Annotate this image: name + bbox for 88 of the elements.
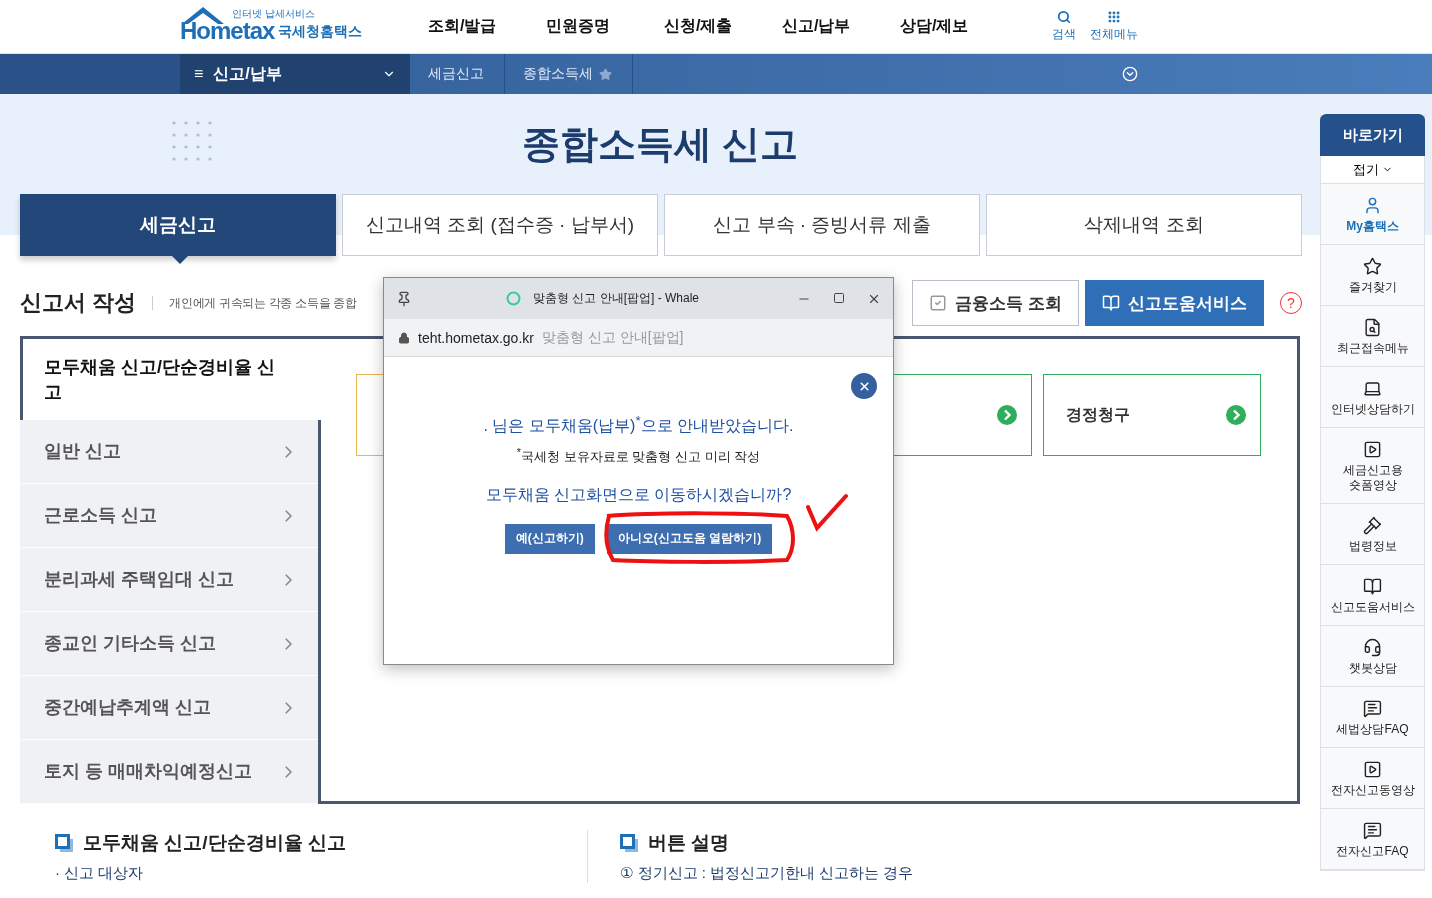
quick-menu-label: 최근접속메뉴 xyxy=(1336,341,1409,356)
quick-menu-label: 세법상담FAQ xyxy=(1336,722,1409,737)
play-icon xyxy=(1363,440,1382,459)
laptop-icon xyxy=(1363,379,1382,398)
side-menu-item[interactable]: 근로소득 신고 xyxy=(20,484,318,548)
popup-message: . 님은 모두채움(납부)$^{*}$으로 안내받았습니다. xyxy=(483,413,794,437)
lock-icon xyxy=(398,331,410,344)
quick-menu-label: 세금신고용 숏폼영상 xyxy=(1342,463,1403,493)
logo-tagline: 인터넷 납세서비스 xyxy=(232,9,316,18)
square-icon xyxy=(55,834,73,852)
logo-name: 국세청홈택스 xyxy=(278,22,363,41)
quick-menu-label: 전자신고FAQ xyxy=(1336,844,1409,859)
url-text: teht.hometax.go.kr xyxy=(418,329,534,346)
quick-menu-item[interactable]: 인터넷상담하기 xyxy=(1321,367,1424,428)
square-icon xyxy=(620,834,638,852)
quick-menu-label: 법령정보 xyxy=(1348,539,1397,554)
side-menu-item[interactable]: 분리과세 주택임대 신고 xyxy=(20,548,318,612)
nav-link[interactable]: 신고/납부 xyxy=(782,16,848,37)
book-icon xyxy=(1363,577,1382,596)
popup-button[interactable]: 예(신고하기) xyxy=(504,523,595,554)
header-tool-button[interactable]: 검색 xyxy=(1052,10,1076,43)
book-icon xyxy=(1102,294,1120,312)
section-description: 개인에게 귀속되는 각종 소득을 종합 xyxy=(169,294,357,312)
close-icon xyxy=(857,379,871,393)
quick-menu-item[interactable]: My홈택스 xyxy=(1321,184,1424,245)
close-button[interactable] xyxy=(851,373,877,399)
check-mark-drawing xyxy=(804,492,849,533)
quick-menu-item[interactable]: 즐겨찾기 xyxy=(1321,245,1424,306)
info-heading: 버튼 설명 xyxy=(648,831,730,855)
quick-menu-item[interactable]: 세법상담FAQ xyxy=(1321,687,1424,748)
quick-menu-label: 전자신고동영상 xyxy=(1330,783,1415,798)
popup-question: 모두채움 신고화면으로 이동하시겠습니까? xyxy=(485,484,792,505)
chat-bubble-icon xyxy=(1363,699,1382,718)
tab[interactable]: 신고내역 조회 (접수증 · 납부서) xyxy=(342,194,658,256)
loading-ring-icon xyxy=(506,291,521,306)
help-button[interactable]: ? xyxy=(1280,292,1302,314)
tab-pointer-icon xyxy=(171,255,189,264)
menu-dropdown[interactable]: ≡ 신고/납부 xyxy=(180,54,410,94)
maximize-icon[interactable] xyxy=(833,291,845,304)
section-title: 신고서 작성 xyxy=(20,289,137,317)
gavel-icon xyxy=(1363,516,1382,535)
search-icon xyxy=(1057,10,1071,24)
popup-title: 맞춤형 신고 안내[팝업] - Whale xyxy=(533,290,699,307)
quick-menu-item[interactable]: 챗봇상담 xyxy=(1321,626,1424,687)
headset-icon xyxy=(1363,638,1382,657)
quick-menu-item[interactable]: 세금신고용 숏폼영상 xyxy=(1321,428,1424,504)
pin-icon[interactable] xyxy=(396,290,412,307)
checkbox-icon xyxy=(929,294,948,312)
quick-menu-label: My홈택스 xyxy=(1346,219,1399,234)
nav-link[interactable]: 민원증명 xyxy=(546,16,612,37)
page-name: 맞춤형 신고 안내[팝업] xyxy=(541,328,684,347)
side-menu-item[interactable]: 중간예납추계액 신고 xyxy=(20,676,318,740)
quick-menu-item[interactable]: 최근접속메뉴 xyxy=(1321,306,1424,367)
person-icon xyxy=(1363,196,1382,215)
tab[interactable]: 신고 부속 · 증빙서류 제출 xyxy=(664,194,980,256)
side-menu-item[interactable]: 종교인 기타소득 신고 xyxy=(20,612,318,676)
quick-menu-label: 신고도움서비스 xyxy=(1330,600,1415,615)
quick-menu-label: 챗봇상담 xyxy=(1348,661,1397,676)
play-icon xyxy=(1363,760,1382,779)
quick-menu-label: 즐겨찾기 xyxy=(1348,280,1397,295)
quick-menu-item[interactable]: 법령정보 xyxy=(1321,504,1424,565)
side-menu-item[interactable]: 모두채움 신고/단순경비율 신고 xyxy=(20,336,321,420)
nav-link[interactable]: 신청/제출 xyxy=(664,16,730,37)
tab[interactable]: 삭제내역 조회 xyxy=(986,194,1302,256)
popup-button[interactable]: 아니오(신고도움 열람하기) xyxy=(606,523,773,554)
header-tool-button[interactable]: 전체메뉴 xyxy=(1090,10,1138,43)
menu-icon xyxy=(1107,10,1121,24)
page-title: 종합소득세 신고 xyxy=(521,121,799,167)
quick-menu-item[interactable]: 전자신고동영상 xyxy=(1321,748,1424,809)
quick-menu-label: 인터넷상담하기 xyxy=(1330,402,1415,417)
nav-link[interactable]: 조회/발급 xyxy=(428,16,494,37)
side-menu-item[interactable]: 토지 등 매매차익예정신고 xyxy=(20,740,318,804)
info-heading: 모두채움 신고/단순경비율 신고 xyxy=(83,831,346,855)
expand-icon[interactable] xyxy=(1122,66,1138,82)
option-card[interactable]: 경정청구 xyxy=(1043,374,1261,456)
action-button[interactable]: 금융소득 조회 xyxy=(912,280,1079,326)
info-link[interactable]: ① 정기신고 : 법정신고기한내 신고하는 경우 xyxy=(620,864,1228,883)
chat-bubble-icon xyxy=(1363,821,1382,840)
quick-menu-header: 바로가기 xyxy=(1320,114,1425,156)
action-button[interactable]: 신고도움서비스 xyxy=(1085,280,1264,326)
popup-note: $^{*}$국세청 보유자료로 맞춤형 신고 미리 작성 xyxy=(516,446,761,467)
side-menu-item[interactable]: 일반 신고 xyxy=(20,420,318,484)
star-icon xyxy=(1363,257,1382,276)
quick-menu-item[interactable]: 전자신고FAQ xyxy=(1321,809,1424,870)
quick-menu-item[interactable]: 신고도움서비스 xyxy=(1321,565,1424,626)
document-search-icon xyxy=(1363,318,1382,337)
info-link[interactable]: · 신고 대상자 xyxy=(55,864,587,883)
nav-link[interactable]: 상담/제보 xyxy=(900,16,966,37)
